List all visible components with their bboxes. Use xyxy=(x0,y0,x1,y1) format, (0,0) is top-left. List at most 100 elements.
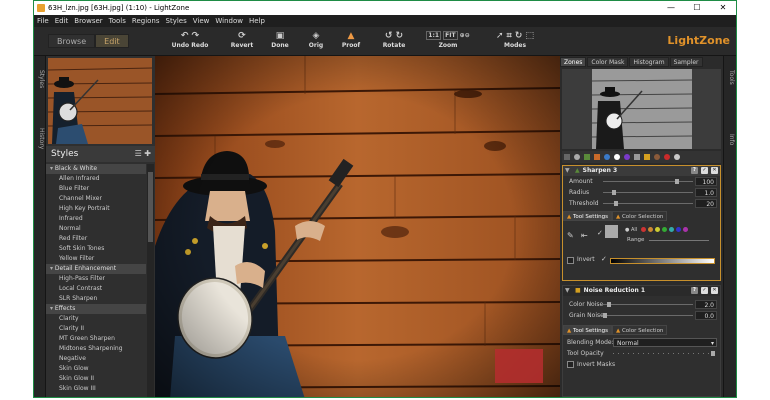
undo-redo-button[interactable]: ↶ ↷ Undo Redo xyxy=(170,30,210,49)
reset-selection-icon[interactable]: ⇤ xyxy=(581,231,588,240)
opacity-slider[interactable] xyxy=(613,353,714,354)
color-balance-icon[interactable] xyxy=(604,154,610,160)
list-item[interactable]: Negative xyxy=(46,354,146,364)
menu-view[interactable]: View xyxy=(190,15,213,27)
rail-tab-styles[interactable]: Styles xyxy=(34,70,46,100)
color-dots[interactable] xyxy=(641,227,690,232)
tab-zones[interactable]: Zones xyxy=(560,57,587,67)
param-value-field[interactable]: 0.0 xyxy=(695,311,717,320)
crop-icon[interactable]: ⌗ xyxy=(507,31,512,41)
style-group[interactable]: Effects xyxy=(46,304,146,314)
noise-icon[interactable] xyxy=(644,154,650,160)
maximize-button[interactable]: ☐ xyxy=(684,1,710,15)
list-item[interactable]: Clarity II xyxy=(46,324,146,334)
list-item[interactable]: Channel Mixer xyxy=(46,194,146,204)
sharpen-header[interactable]: ▼ ▲ Sharpen 3 ? ✓ ✕ xyxy=(563,166,720,176)
invert-checkbox[interactable] xyxy=(567,257,574,264)
param-value-field[interactable]: 2.0 xyxy=(695,300,717,309)
noise-subtab-tool-settings[interactable]: ▲ Tool Settings xyxy=(563,325,612,335)
list-item[interactable]: Infrared xyxy=(46,214,146,224)
styles-scrollbar[interactable] xyxy=(147,164,154,397)
check-icon[interactable]: ✓ xyxy=(597,229,603,237)
scrollbar-thumb[interactable] xyxy=(148,172,153,242)
hue-sat-icon[interactable] xyxy=(624,154,630,160)
tab-edit[interactable]: Edit xyxy=(95,34,129,48)
close-button[interactable]: ✕ xyxy=(710,1,736,15)
list-item[interactable]: Skin Glow III xyxy=(46,384,146,394)
relight-icon[interactable] xyxy=(654,154,660,160)
region-icon[interactable]: ⬚ xyxy=(526,31,535,41)
opacity-knob[interactable] xyxy=(711,351,715,356)
triangle-icon[interactable] xyxy=(594,154,600,160)
range-slider[interactable] xyxy=(649,240,709,241)
sharpen-subtab-tool-settings[interactable]: ▲ Tool Settings xyxy=(563,211,612,221)
list-item[interactable]: Soft Skin Tones xyxy=(46,244,146,254)
image-canvas[interactable] xyxy=(155,56,560,397)
menu-window[interactable]: Window xyxy=(212,15,246,27)
arrow-icon[interactable]: ➚ xyxy=(496,31,504,41)
invert-masks-checkbox[interactable] xyxy=(567,361,574,368)
list-item[interactable]: Skin Glow II xyxy=(46,374,146,384)
menu-edit[interactable]: Edit xyxy=(52,15,72,27)
rotate-mode-icon[interactable]: ↻ xyxy=(515,31,523,41)
zoom-1-1-button[interactable]: 1:1 xyxy=(426,31,442,40)
tone-icon[interactable] xyxy=(574,154,580,160)
list-item[interactable]: Allen Infrared xyxy=(46,174,146,184)
slider-knob[interactable] xyxy=(603,313,607,318)
menu-browser[interactable]: Browser xyxy=(71,15,105,27)
help-icon[interactable]: ? xyxy=(691,287,698,294)
noise-header[interactable]: ▼ ■ Noise Reduction 1 ? ✓ ✕ xyxy=(563,286,720,296)
list-item[interactable]: MT Green Sharpen xyxy=(46,334,146,344)
slider-knob[interactable] xyxy=(675,179,680,184)
zone-mapper-icon[interactable] xyxy=(564,154,570,160)
menu-help[interactable]: Help xyxy=(246,15,268,27)
list-item[interactable]: SLR Sharpen xyxy=(46,294,146,304)
proof-button[interactable]: ▲ Proof xyxy=(338,30,364,49)
list-item[interactable]: Midtones Sharpening xyxy=(46,344,146,354)
list-item[interactable]: Local Contrast xyxy=(46,284,146,294)
param-value-field[interactable]: 1.0 xyxy=(695,188,717,197)
orig-button[interactable]: ◈ Orig xyxy=(303,30,329,49)
rotate-button[interactable]: ↺ ↻ Rotate xyxy=(380,30,408,49)
zoom-fit-button[interactable]: FIT xyxy=(443,31,458,40)
remove-tool-icon[interactable]: ✕ xyxy=(711,167,718,174)
eyedropper-icon[interactable]: ✎ xyxy=(567,231,574,240)
param-value-field[interactable]: 20 xyxy=(695,199,717,208)
tab-browse[interactable]: Browse xyxy=(48,34,96,48)
slider-knob[interactable] xyxy=(613,201,618,206)
luminosity-gradient[interactable] xyxy=(610,258,715,264)
collapse-icon[interactable]: ▼ xyxy=(565,166,570,176)
list-item[interactable]: Normal xyxy=(46,224,146,234)
noise-subtab-color-selection[interactable]: ▲ Color Selection xyxy=(611,325,668,335)
list-item[interactable]: Yellow Filter xyxy=(46,254,146,264)
add-style-icon[interactable]: ✚ xyxy=(144,149,151,158)
blending-mode-select[interactable]: Normal ▾ xyxy=(613,338,717,347)
tab-histogram[interactable]: Histogram xyxy=(629,57,669,67)
white-balance-icon[interactable] xyxy=(614,154,620,160)
param-value-field[interactable]: 100 xyxy=(695,177,717,186)
enable-checkbox[interactable]: ✓ xyxy=(701,287,708,294)
style-group[interactable]: Black & White xyxy=(46,164,146,174)
sharpen-icon[interactable] xyxy=(634,154,640,160)
style-group[interactable]: Detail Enhancement xyxy=(46,264,146,274)
list-item[interactable]: Blue Filter xyxy=(46,184,146,194)
list-item[interactable]: Skin Glow xyxy=(46,364,146,374)
revert-button[interactable]: ⟳ Revert xyxy=(228,30,256,49)
collapse-icon[interactable]: ▼ xyxy=(565,286,570,296)
list-item[interactable]: Clarity xyxy=(46,314,146,324)
list-item[interactable]: High Key Portrait xyxy=(46,204,146,214)
done-button[interactable]: ▣ Done xyxy=(267,30,293,49)
menu-regions[interactable]: Regions xyxy=(129,15,163,27)
rail-tab-tools[interactable]: Tools xyxy=(724,70,736,94)
list-item[interactable]: Red Filter xyxy=(46,234,146,244)
zoom-out-icon[interactable]: ⊖ xyxy=(465,32,470,39)
rail-tab-history[interactable]: History xyxy=(34,128,46,162)
rail-tab-info[interactable]: Info xyxy=(724,134,736,154)
menu-file[interactable]: File xyxy=(34,15,52,27)
param-slider[interactable] xyxy=(603,304,693,305)
param-slider[interactable] xyxy=(603,192,693,193)
list-view-icon[interactable]: ☰ xyxy=(135,149,142,158)
param-slider[interactable] xyxy=(603,315,693,316)
red-eye-icon[interactable] xyxy=(664,154,670,160)
enable-checkbox[interactable]: ✓ xyxy=(701,167,708,174)
